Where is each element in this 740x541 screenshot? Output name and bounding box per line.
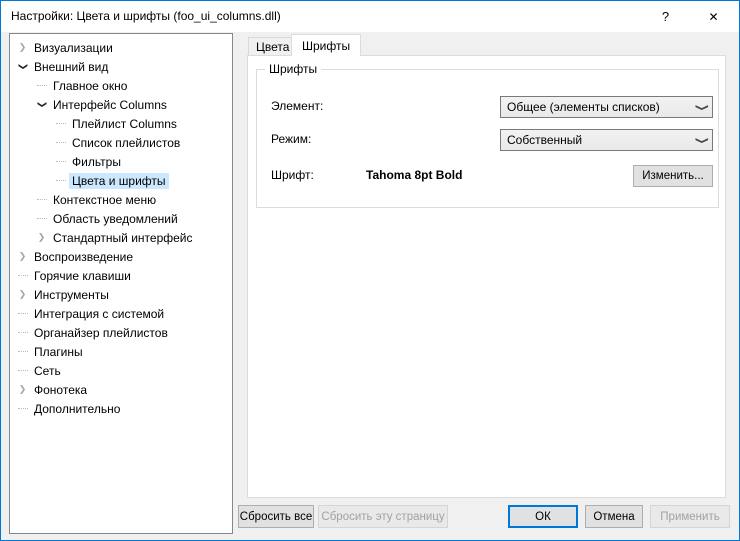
- preferences-dialog: Настройки: Цвета и шрифты (foo_ui_column…: [0, 0, 740, 541]
- mode-dropdown-value: Собственный: [507, 133, 583, 147]
- help-icon: ?: [661, 9, 670, 24]
- cancel-button[interactable]: Отмена: [585, 505, 643, 528]
- chevron-right-icon[interactable]: ❯: [19, 252, 27, 261]
- tree-item-label: Фильтры: [72, 154, 121, 169]
- tree-item-2[interactable]: Главное окно: [10, 76, 232, 95]
- tree-item-label: Сеть: [34, 363, 61, 378]
- tree-item-5[interactable]: Список плейлистов: [10, 133, 232, 152]
- tree-item-7[interactable]: Цвета и шрифты: [10, 171, 232, 190]
- tree-item-label: Плагины: [34, 344, 83, 359]
- tree-item-4[interactable]: Плейлист Columns: [10, 114, 232, 133]
- tree-item-9[interactable]: Область уведомлений: [10, 209, 232, 228]
- fonts-tab-page: Шрифты Элемент: Общее (элементы списков)…: [247, 55, 726, 498]
- titlebar[interactable]: Настройки: Цвета и шрифты (foo_ui_column…: [1, 1, 739, 32]
- ok-button[interactable]: ОК: [508, 505, 578, 528]
- help-button[interactable]: ?: [643, 1, 688, 32]
- chevron-down-icon[interactable]: ❯: [37, 101, 47, 109]
- element-label: Элемент:: [271, 99, 324, 113]
- tree-item-label: Органайзер плейлистов: [34, 325, 168, 340]
- close-button[interactable]: ✕: [691, 1, 736, 32]
- tree-item-13[interactable]: ❯ Инструменты: [10, 285, 232, 304]
- tree-connector: [17, 332, 28, 333]
- close-icon: ✕: [708, 9, 719, 24]
- tree-item-label: Инструменты: [34, 287, 109, 302]
- tree-item-label: Интерфейс Columns: [53, 97, 167, 112]
- font-preview-value: Tahoma 8pt Bold: [366, 168, 463, 182]
- tree-item-12[interactable]: Горячие клавиши: [10, 266, 232, 285]
- tree-connector: [17, 370, 28, 371]
- tree-item-label: Интеграция с системой: [34, 306, 165, 321]
- change-font-button[interactable]: Изменить...: [633, 165, 713, 187]
- tree-item-label: Главное окно: [53, 78, 128, 93]
- tree-connector: [36, 199, 47, 200]
- tree-item-15[interactable]: Органайзер плейлистов: [10, 323, 232, 342]
- tree-item-label: Контекстное меню: [53, 192, 157, 207]
- tree-item-label: Внешний вид: [34, 59, 109, 74]
- chevron-right-icon[interactable]: ❯: [19, 290, 27, 299]
- groupbox-title: Шрифты: [265, 62, 322, 76]
- chevron-down-icon: ❯: [695, 136, 710, 144]
- tree-connector: [55, 161, 66, 162]
- tab-fonts[interactable]: Шрифты: [291, 34, 362, 56]
- preferences-tree[interactable]: ❯ Визуализации ❯ Внешний вид Главное окно ❯ Ин…: [9, 33, 233, 534]
- tree-item-18[interactable]: ❯ Фонотека: [10, 380, 232, 399]
- tree-item-label: Фонотека: [34, 382, 88, 397]
- element-dropdown-value: Общее (элементы списков): [507, 100, 660, 114]
- tree-item-11[interactable]: ❯ Воспроизведение: [10, 247, 232, 266]
- tree-item-10[interactable]: ❯ Стандартный интерфейс: [10, 228, 232, 247]
- tree-item-label: Визуализации: [34, 40, 113, 55]
- tree-item-14[interactable]: Интеграция с системой: [10, 304, 232, 323]
- tree-item-3[interactable]: ❯ Интерфейс Columns: [10, 95, 232, 114]
- tree-item-label: Область уведомлений: [53, 211, 178, 226]
- font-label: Шрифт:: [271, 168, 314, 182]
- mode-label: Режим:: [271, 132, 312, 146]
- tree-connector: [17, 408, 28, 409]
- mode-dropdown[interactable]: Собственный ❯: [500, 129, 713, 151]
- tree-connector: [36, 218, 47, 219]
- tree-connector: [55, 123, 66, 124]
- tree-connector: [17, 351, 28, 352]
- tree-item-1[interactable]: ❯ Внешний вид: [10, 57, 232, 76]
- tree-item-label: Список плейлистов: [72, 135, 181, 150]
- reset-page-button: Сбросить эту страницу: [318, 505, 448, 528]
- chevron-right-icon[interactable]: ❯: [19, 385, 27, 394]
- tree-item-label: Горячие клавиши: [34, 268, 131, 283]
- tree-item-16[interactable]: Плагины: [10, 342, 232, 361]
- tree-item-label: Плейлист Columns: [72, 116, 177, 131]
- tree-item-19[interactable]: Дополнительно: [10, 399, 232, 418]
- chevron-down-icon[interactable]: ❯: [18, 63, 28, 71]
- tree-connector: [36, 85, 47, 86]
- apply-button: Применить: [650, 505, 730, 528]
- tree-item-8[interactable]: Контекстное меню: [10, 190, 232, 209]
- tree-item-label: Стандартный интерфейс: [53, 230, 193, 245]
- tree-connector: [55, 142, 66, 143]
- tree-item-label: Дополнительно: [34, 401, 121, 416]
- tree-connector: [55, 180, 66, 181]
- window-title: Настройки: Цвета и шрифты (foo_ui_column…: [11, 9, 281, 23]
- tree-item-0[interactable]: ❯ Визуализации: [10, 38, 232, 57]
- element-dropdown[interactable]: Общее (элементы списков) ❯: [500, 96, 713, 118]
- tree-item-6[interactable]: Фильтры: [10, 152, 232, 171]
- tree-item-17[interactable]: Сеть: [10, 361, 232, 380]
- tree-connector: [17, 313, 28, 314]
- tree-item-label: Цвета и шрифты: [69, 172, 169, 189]
- tree-item-label: Воспроизведение: [34, 249, 134, 264]
- chevron-down-icon: ❯: [695, 103, 710, 111]
- chevron-right-icon[interactable]: ❯: [38, 233, 46, 242]
- reset-all-button[interactable]: Сбросить все: [238, 505, 314, 528]
- chevron-right-icon[interactable]: ❯: [19, 43, 27, 52]
- tree-connector: [17, 275, 28, 276]
